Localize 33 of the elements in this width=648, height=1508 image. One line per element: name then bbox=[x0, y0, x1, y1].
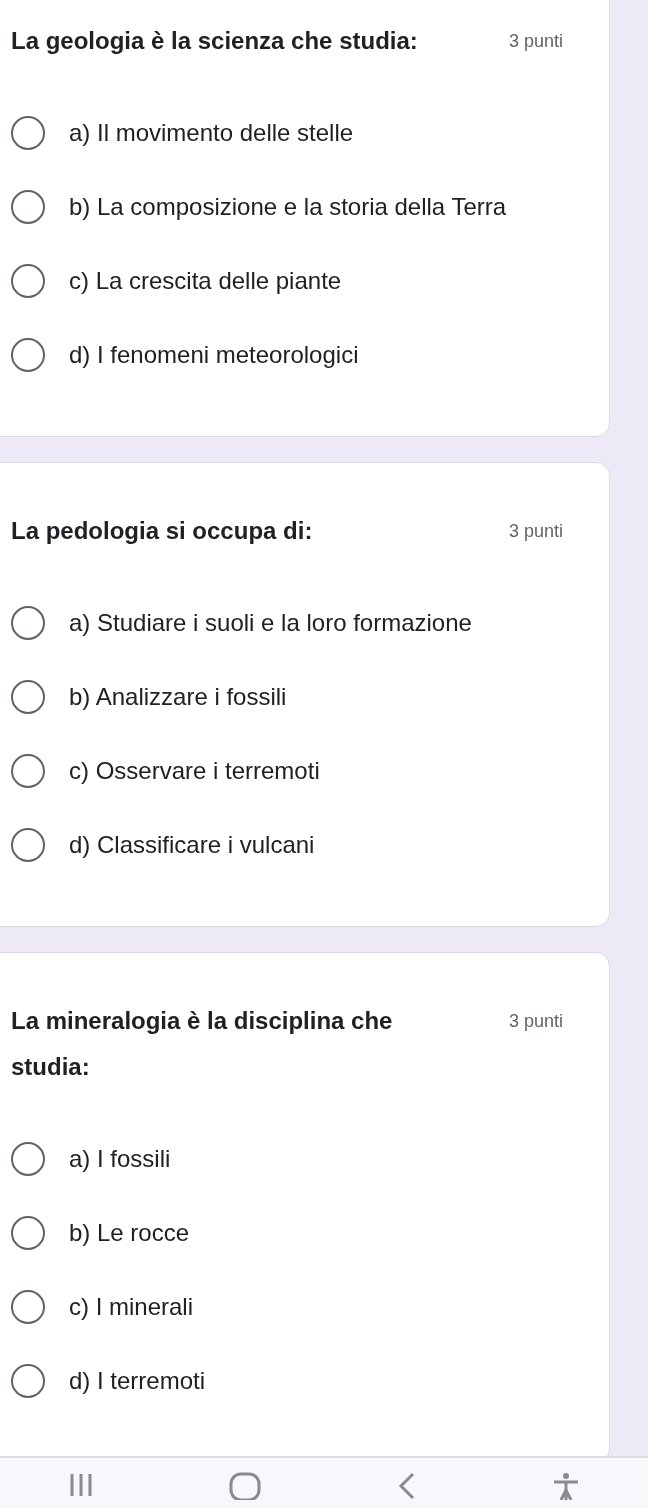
radio-button[interactable] bbox=[11, 680, 45, 714]
option-label[interactable]: a) Studiare i suoli e la loro formazione bbox=[69, 604, 472, 642]
radio-button[interactable] bbox=[11, 1290, 45, 1324]
option-label[interactable]: c) La crescita delle piante bbox=[69, 262, 342, 300]
radio-button[interactable] bbox=[11, 1216, 45, 1250]
points-label: 3 punti bbox=[508, 30, 563, 53]
points-label: 3 punti bbox=[508, 520, 563, 543]
question-title: La geologia è la scienza che studia: bbox=[11, 26, 418, 56]
question-title: La mineralogia è la disciplina che studia: bbox=[11, 1006, 394, 1082]
option-label[interactable]: a) Il movimento delle stelle bbox=[69, 114, 354, 152]
radio-button[interactable] bbox=[11, 1364, 45, 1398]
option-label[interactable]: d) Classificare i vulcani bbox=[69, 826, 315, 864]
radio-button[interactable] bbox=[11, 264, 45, 298]
home-icon[interactable] bbox=[229, 1472, 262, 1500]
question-title: La pedologia si occupa di: bbox=[11, 516, 313, 546]
option-label[interactable]: c) I minerali bbox=[69, 1288, 194, 1326]
radio-button[interactable] bbox=[11, 338, 45, 372]
radio-button[interactable] bbox=[11, 754, 45, 788]
back-icon[interactable] bbox=[396, 1472, 417, 1500]
option-label[interactable]: b) La composizione e la storia della Terra bbox=[69, 188, 507, 226]
option-label[interactable]: d) I fenomeni meteorologici bbox=[69, 336, 359, 374]
option-label[interactable]: c) Osservare i terremoti bbox=[69, 752, 320, 790]
option-label[interactable]: b) Le rocce bbox=[69, 1214, 190, 1252]
radio-button[interactable] bbox=[11, 190, 45, 224]
radio-button[interactable] bbox=[11, 828, 45, 862]
radio-button[interactable] bbox=[11, 116, 45, 150]
option-label[interactable]: d) I terremoti bbox=[69, 1362, 206, 1400]
points-label: 3 punti bbox=[508, 1010, 563, 1033]
option-label[interactable]: a) I fossili bbox=[69, 1140, 171, 1178]
option-label[interactable]: b) Analizzare i fossili bbox=[69, 678, 287, 716]
accessibility-icon[interactable] bbox=[552, 1472, 581, 1500]
radio-button[interactable] bbox=[11, 606, 45, 640]
radio-button[interactable] bbox=[11, 1142, 45, 1176]
